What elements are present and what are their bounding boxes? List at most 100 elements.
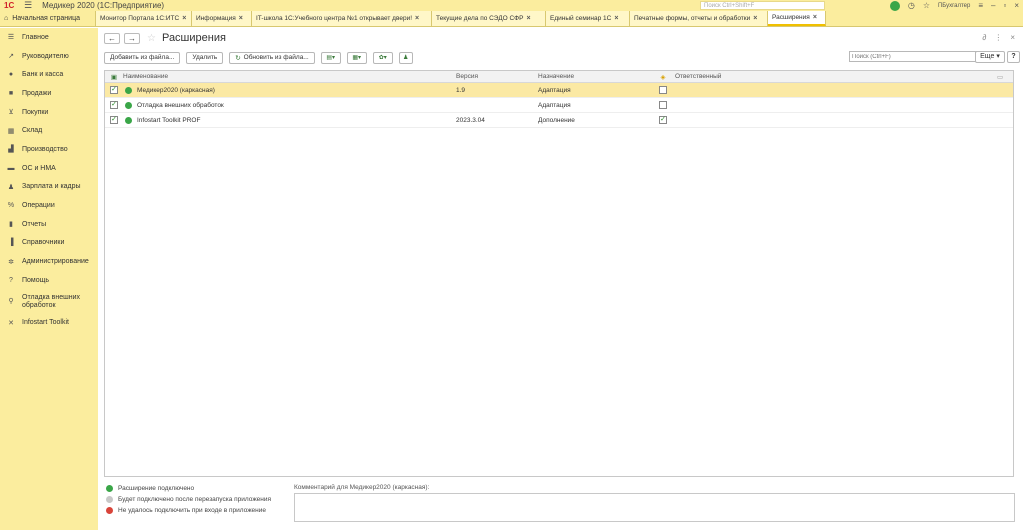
extensions-form: ← → ☆ Расширения ∂ ⋮ × Добавить из файла… — [98, 28, 1023, 530]
tab-close-icon[interactable]: × — [614, 15, 618, 22]
sidebar-item-sales[interactable]: ■ Продажи — [0, 84, 98, 103]
minimize-icon[interactable]: – — [991, 1, 995, 10]
row-purpose: Адаптация — [538, 86, 571, 94]
diagnostics-dropdown-icon[interactable]: ✿▾ — [372, 51, 393, 64]
form-close-icon[interactable]: × — [1010, 33, 1015, 42]
sidebar-item-warehouse[interactable]: ▦ Склад — [0, 121, 98, 140]
main-menu-icon[interactable]: ☰ — [24, 0, 32, 11]
header-owner[interactable]: Ответственный — [671, 73, 997, 80]
settings-dropdown-icon[interactable]: ▦▾ — [346, 51, 367, 64]
sidebar-item-label: Зарплата и кадры — [22, 183, 81, 191]
active-checkbox[interactable]: ✓ — [110, 101, 118, 109]
maximize-icon[interactable]: ▫ — [1003, 1, 1006, 10]
active-checkbox[interactable]: ✓ — [110, 116, 118, 124]
save-extension-dropdown-icon[interactable]: ▤▾ — [320, 51, 341, 64]
help-button[interactable]: ? — [1007, 51, 1020, 63]
tab-home[interactable]: ⌂ Начальная страница — [0, 11, 96, 26]
sidebar-item-label: Склад — [22, 127, 43, 135]
more-button[interactable]: Еще ▾ — [975, 51, 1005, 63]
connected-status-icon — [125, 116, 132, 124]
sidebar-item-admin[interactable]: ✲ Администрирование — [0, 252, 98, 271]
table-row[interactable]: ✓ Отладка внешних обработок Адаптация — [105, 98, 1013, 113]
safe-mode-checkbox[interactable]: ✓ — [659, 116, 667, 124]
sidebar-item-label: Покупки — [22, 108, 49, 116]
tab-sedo[interactable]: Текущие дела по СЭДО СФР × — [432, 11, 546, 26]
menu-icon: ☰ — [7, 34, 15, 42]
add-from-file-button[interactable]: Добавить из файла... — [104, 51, 181, 64]
close-icon[interactable]: × — [1014, 1, 1019, 10]
sidebar-item-infostart[interactable]: ✕ Infostart Toolkit — [0, 314, 98, 333]
header-version[interactable]: Версия — [454, 73, 536, 80]
forward-button[interactable]: → — [124, 32, 140, 44]
row-purpose: Адаптация — [538, 101, 571, 109]
title-bar: 1С ☰ Медикер 2020 (1С:Предприятие) Поиск… — [0, 0, 1023, 11]
users-icon[interactable]: ♟ — [398, 51, 413, 64]
sidebar-item-purchases[interactable]: ⊻ Покупки — [0, 103, 98, 122]
more-label: Еще — [980, 53, 995, 60]
sidebar-item-operations[interactable]: % Операции — [0, 196, 98, 215]
more-actions-icon[interactable]: ⋮ — [994, 33, 1002, 42]
sidebar-item-help[interactable]: ? Помощь — [0, 271, 98, 290]
sidebar-item-main[interactable]: ☰ Главное — [0, 28, 98, 47]
tab-seminar[interactable]: Единый семинар 1С × — [546, 11, 630, 26]
notifications-icon[interactable] — [889, 0, 900, 11]
sidebar-item-assets[interactable]: ▬ ОС и НМА — [0, 159, 98, 178]
sidebar-item-production[interactable]: ▟ Производство — [0, 140, 98, 159]
table-row[interactable]: ✓ Infostart Toolkit PROF 2023.3.04 Допол… — [105, 113, 1013, 128]
pending-status-icon — [106, 496, 113, 503]
active-column-icon[interactable]: ▣ — [105, 73, 123, 81]
sidebar-item-bank[interactable]: ● Банк и касса — [0, 65, 98, 84]
tab-info[interactable]: Информация × — [192, 11, 252, 26]
update-from-file-button[interactable]: ↻ Обновить из файла... — [229, 51, 315, 64]
tab-close-icon[interactable]: × — [182, 15, 186, 22]
status-legend: Расширение подключено Будет подключено п… — [106, 483, 271, 516]
tab-it-school[interactable]: IT-школа 1С:Учебного центра №1 открывает… — [252, 11, 432, 26]
tab-print-forms[interactable]: Печатные формы, отчеты и обработки × — [630, 11, 768, 26]
tools-icon: ✕ — [8, 319, 14, 327]
tab-close-icon[interactable]: × — [526, 15, 530, 22]
tab-label: IT-школа 1С:Учебного центра №1 открывает… — [256, 15, 413, 22]
open-windows-tabbar: ⌂ Начальная страница Монитор Портала 1С:… — [0, 11, 1023, 27]
sidebar-item-reports[interactable]: ▮ Отчеты — [0, 215, 98, 234]
sidebar-item-label: Операции — [22, 202, 55, 210]
favorite-star-icon[interactable]: ☆ — [147, 33, 156, 44]
table-row[interactable]: ✓ Медикер2020 (каркасная) 1.9 Адаптация — [105, 83, 1013, 98]
comment-column-icon[interactable]: ▭ — [997, 73, 1013, 81]
tab-close-icon[interactable]: × — [415, 15, 419, 22]
back-button[interactable]: ← — [104, 32, 120, 44]
list-search-input[interactable] — [849, 51, 976, 62]
cart-icon: ⊻ — [8, 109, 14, 117]
row-purpose: Дополнение — [538, 116, 575, 124]
comment-field[interactable] — [294, 493, 1015, 522]
link-icon[interactable]: ∂ — [982, 33, 986, 42]
safe-mode-checkbox[interactable] — [659, 101, 667, 109]
user-name[interactable]: ПБухгалтер — [938, 3, 970, 9]
delete-button[interactable]: Удалить — [186, 51, 224, 64]
header-name[interactable]: Наименование — [123, 73, 454, 80]
tab-close-icon[interactable]: × — [813, 14, 817, 21]
sidebar-item-catalogs[interactable]: ▐ Справочники — [0, 234, 98, 253]
active-checkbox[interactable]: ✓ — [110, 86, 118, 94]
global-search-input[interactable]: Поиск Ctrl+Shift+F — [700, 1, 825, 10]
history-icon[interactable]: ◷ — [908, 1, 915, 10]
connected-status-icon — [106, 485, 113, 492]
error-status-icon — [106, 507, 113, 514]
tab-label: Единый семинар 1С — [550, 15, 612, 22]
safe-mode-checkbox[interactable] — [659, 86, 667, 94]
safe-mode-column-icon[interactable]: ◈ — [655, 73, 671, 81]
tab-close-icon[interactable]: × — [753, 15, 757, 22]
sidebar-item-manager[interactable]: ↗ Руководителю — [0, 47, 98, 66]
settings-icon[interactable]: ≡ — [978, 1, 983, 10]
form-header-actions: ∂ ⋮ × — [982, 33, 1015, 42]
sidebar-item-debug[interactable]: ⚲ Отладка внешних обработок — [0, 290, 98, 314]
tab-label: Расширения — [772, 14, 810, 21]
favorites-icon[interactable]: ☆ — [923, 1, 930, 10]
tab-its-monitor[interactable]: Монитор Портала 1С:ИТС × — [96, 11, 192, 26]
tab-extensions[interactable]: Расширения × — [768, 11, 826, 26]
sidebar-item-label: Производство — [22, 145, 68, 153]
legend-after-restart: Будет подключено после перезапуска прило… — [106, 494, 271, 505]
header-purpose[interactable]: Назначение — [536, 73, 655, 80]
tab-close-icon[interactable]: × — [239, 15, 243, 22]
person-icon: ♟ — [7, 183, 15, 191]
sidebar-item-payroll[interactable]: ♟ Зарплата и кадры — [0, 178, 98, 197]
